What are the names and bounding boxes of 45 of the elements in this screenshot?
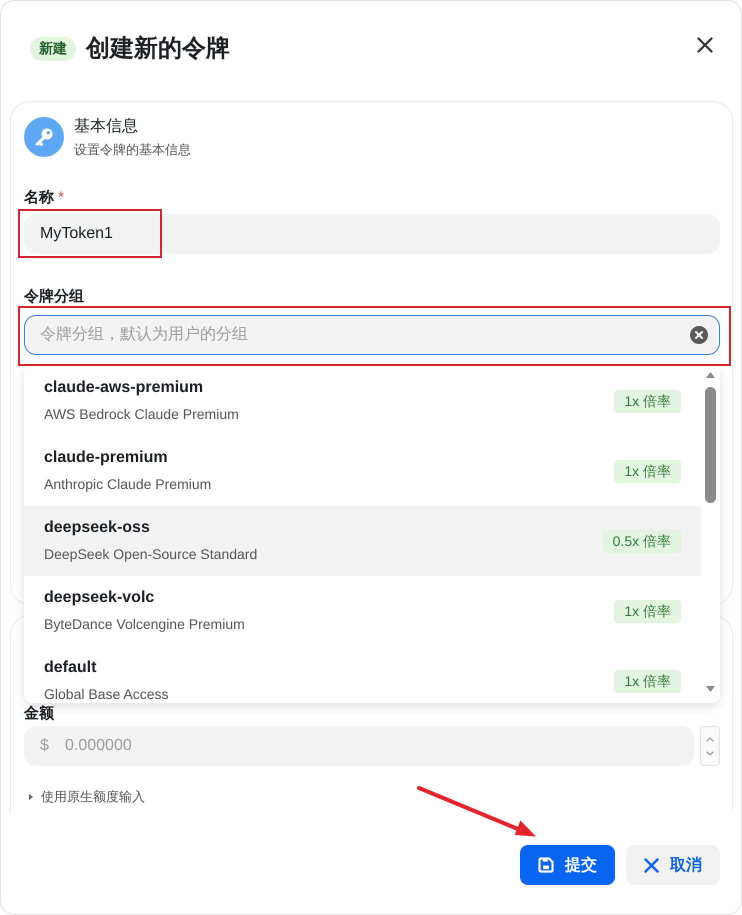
option-name: default <box>44 658 98 678</box>
status-badge: 新建 <box>30 37 76 61</box>
cancel-button[interactable]: 取消 <box>626 845 720 885</box>
group-select-field[interactable]: 令牌分组，默认为用户的分组 <box>24 315 720 355</box>
ratio-badge: 1x 倍率 <box>614 600 681 623</box>
dropdown-option[interactable]: claude-aws-premium AWS Bedrock Claude Premium 1x 倍率 <box>24 366 701 436</box>
option-description: Global Base Access <box>44 685 169 703</box>
close-icon <box>644 858 659 872</box>
ratio-badge: 1x 倍率 <box>614 670 681 693</box>
option-description: ByteDance Volcengine Premium <box>44 615 245 634</box>
close-icon[interactable] <box>697 37 713 53</box>
required-mark: * <box>58 188 64 208</box>
field-label: 令牌分组 <box>24 287 84 307</box>
clear-icon[interactable] <box>690 326 708 344</box>
save-icon <box>538 857 554 873</box>
chevron-down-icon[interactable] <box>706 750 714 756</box>
key-icon <box>24 117 64 157</box>
section-title: 基本信息 <box>74 117 139 137</box>
ratio-badge: 0.5x 倍率 <box>602 530 681 553</box>
native-quota-toggle[interactable]: 使用原生额度输入 <box>24 787 145 807</box>
option-name: claude-premium <box>44 448 169 468</box>
dialog-title: 创建新的令牌 <box>86 34 230 64</box>
scroll-up-icon[interactable] <box>706 372 715 378</box>
name-input[interactable]: MyToken1 <box>24 214 720 254</box>
dropdown-option[interactable]: deepseek-oss DeepSeek Open-Source Standard 0.5x 倍率 <box>24 506 701 576</box>
submit-button[interactable]: 提交 <box>520 845 615 885</box>
ratio-badge: 1x 倍率 <box>614 390 681 413</box>
dropdown-option[interactable]: default Global Base Access 1x 倍率 <box>24 646 701 703</box>
chevron-up-icon[interactable] <box>706 736 714 742</box>
option-name: deepseek-volc <box>44 588 156 608</box>
option-name: deepseek-oss <box>44 518 151 538</box>
field-label: 金额 <box>24 704 54 724</box>
option-description: AWS Bedrock Claude Premium <box>44 405 239 424</box>
ratio-badge: 1x 倍率 <box>614 460 681 483</box>
number-stepper[interactable] <box>700 726 720 766</box>
section-subtitle: 设置令牌的基本信息 <box>74 141 191 159</box>
dropdown-option[interactable]: deepseek-volc ByteDance Volcengine Premium 1x 倍率 <box>24 576 701 646</box>
scrollbar-thumb[interactable] <box>705 387 716 503</box>
scroll-down-icon[interactable] <box>706 686 715 692</box>
currency-symbol: $ <box>40 737 49 755</box>
option-name: claude-aws-premium <box>44 378 204 398</box>
option-description: DeepSeek Open-Source Standard <box>44 545 258 564</box>
dropdown-option[interactable]: claude-premium Anthropic Claude Premium 1x 倍率 <box>24 436 701 506</box>
field-label: 名称 <box>24 188 54 208</box>
option-description: Anthropic Claude Premium <box>44 475 212 494</box>
